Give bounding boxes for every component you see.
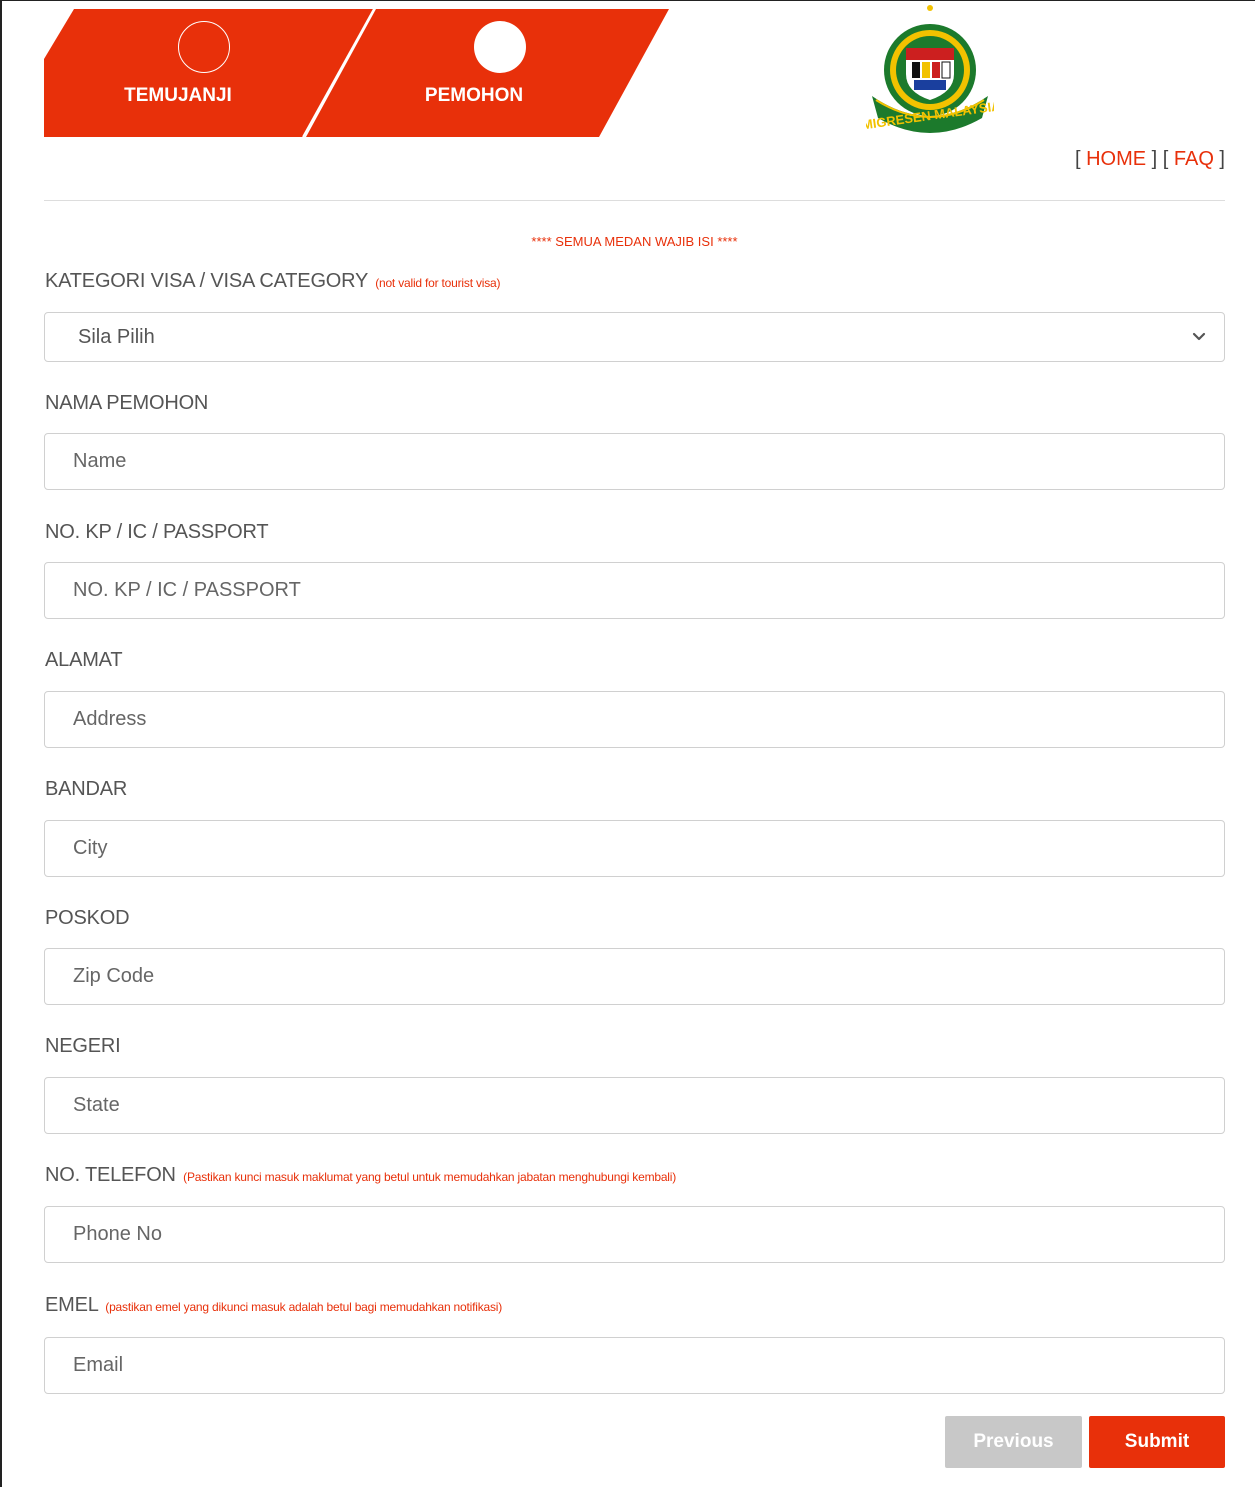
bracket-text: [ [1074,148,1087,170]
home-link[interactable]: HOME [1086,148,1146,170]
state-label: NEGERI [45,1035,121,1057]
zip-code-input[interactable] [44,948,1225,1005]
email-label: EMEL (pastikan emel yang dikunci masuk a… [45,1294,502,1317]
city-label: BANDAR [45,778,128,800]
step-temujanji-label: TEMUJANJI [124,85,232,106]
email-input[interactable] [44,1337,1225,1394]
address-input[interactable] [44,691,1225,748]
email-hint: (pastikan emel yang dikunci masuk adalah… [105,1300,503,1314]
visa-category-label: KATEGORI VISA / VISA CATEGORY (not valid… [45,270,501,293]
bracket-text: ] [ [1146,148,1174,170]
ic-passport-label: NO. KP / IC / PASSPORT [45,521,269,543]
step-temujanji-circle [178,21,230,73]
step-pemohon-circle [474,21,526,73]
visa-category-hint: (not valid for tourist visa) [375,276,501,290]
bracket-text: ] [1213,148,1225,170]
zip-code-label: POSKOD [45,907,130,929]
header-divider [44,200,1225,201]
imigresen-malaysia-crest-icon: IMIGRESEN MALAYSIA [857,4,1002,142]
submit-button[interactable]: Submit [1089,1416,1225,1468]
city-input[interactable] [44,820,1225,877]
phone-hint: (Pastikan kunci masuk maklumat yang betu… [183,1170,677,1184]
required-fields-note: **** SEMUA MEDAN WAJIB ISI **** [531,234,738,249]
address-label: ALAMAT [45,649,123,671]
email-label-text: EMEL [45,1294,98,1316]
stepper-background [44,9,669,137]
applicant-name-input[interactable] [44,433,1225,490]
visa-category-label-text: KATEGORI VISA / VISA CATEGORY [45,270,368,292]
step-pemohon-label: PEMOHON [424,85,524,106]
chevron-down-icon [1192,332,1206,341]
faq-link[interactable]: FAQ [1174,148,1214,170]
phone-label: NO. TELEFON (Pastikan kunci masuk maklum… [45,1164,676,1187]
ic-passport-input[interactable] [44,562,1225,619]
applicant-name-label: NAMA PEMOHON [45,392,209,414]
previous-button[interactable]: Previous [945,1416,1082,1468]
top-links: [ HOME ] [ FAQ ] [1075,148,1225,171]
phone-label-text: NO. TELEFON [45,1164,176,1186]
visa-category-selected-value: Sila Pilih [78,326,155,348]
progress-stepper: TEMUJANJI PEMOHON [44,9,674,137]
state-input[interactable] [44,1077,1225,1134]
visa-category-select[interactable]: Sila Pilih [44,312,1225,362]
phone-input[interactable] [44,1206,1225,1263]
